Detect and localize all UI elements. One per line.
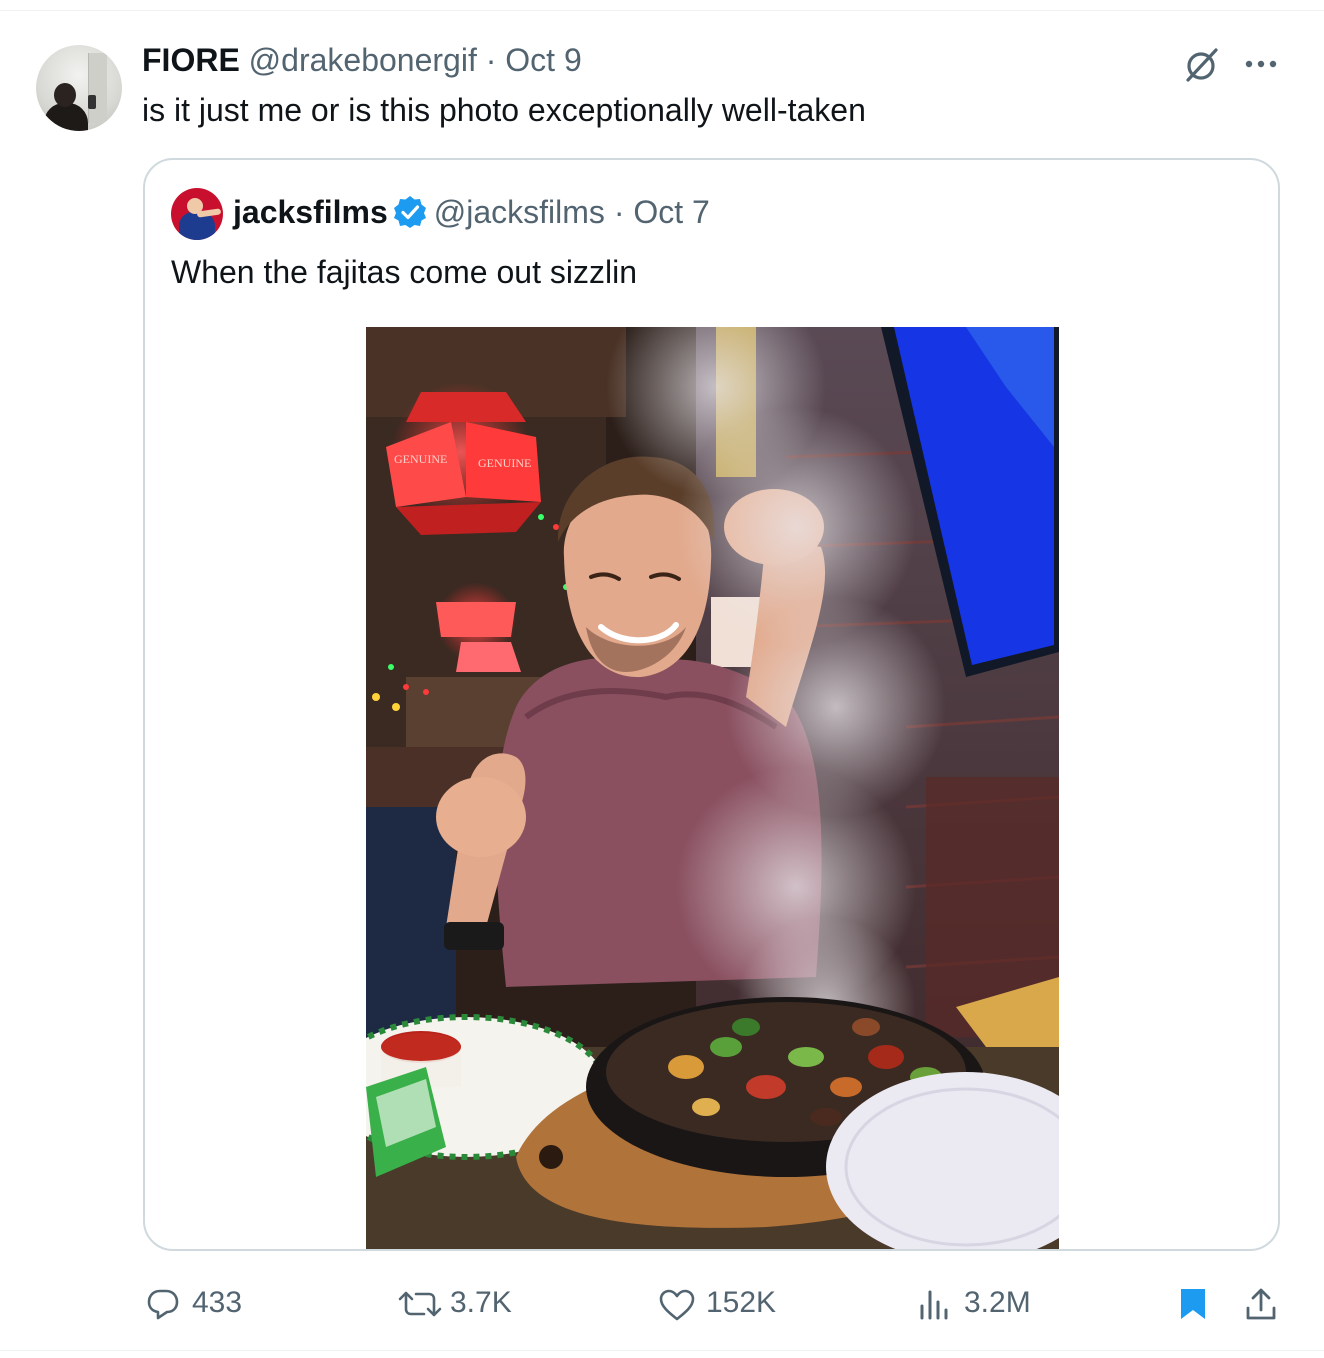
like-count[interactable]: 152K [706, 1284, 776, 1322]
bottom-divider [0, 1350, 1324, 1351]
quoted-tweet-card[interactable]: jacksfilms @jacksfilms · Oct 7 When the … [143, 158, 1280, 1251]
tweet-date[interactable]: Oct 9 [505, 42, 581, 78]
quoted-tweet-photo[interactable]: GENUINE GENUINE [366, 327, 1059, 1249]
quoted-header-separator: · [613, 194, 625, 230]
reply-count[interactable]: 433 [192, 1284, 242, 1322]
tweet-text: is it just me or is this photo exception… [142, 92, 866, 128]
repost-icon[interactable] [398, 1289, 442, 1319]
repost-count[interactable]: 3.7K [450, 1284, 512, 1322]
top-divider [0, 10, 1324, 11]
quoted-tweet-header: jacksfilms @jacksfilms · Oct 7 [233, 192, 710, 232]
verified-badge-icon [393, 196, 426, 228]
avatar-figure-head [54, 83, 76, 107]
views-icon[interactable] [918, 1288, 952, 1320]
tweet-header: FIORE @drakebonergif · Oct 9 [142, 40, 582, 80]
reply-icon[interactable] [146, 1288, 180, 1320]
quoted-author-handle[interactable]: @jacksfilms [434, 194, 605, 230]
author-handle[interactable]: @drakebonergif [249, 42, 477, 78]
avatar-phone [88, 95, 96, 109]
heart-icon[interactable] [658, 1288, 696, 1322]
lamp-sign-text-left: GENUINE [394, 452, 447, 466]
quoted-author-avatar[interactable] [171, 188, 223, 240]
lamp-sign-text-right: GENUINE [478, 456, 531, 470]
quoted-author-name[interactable]: jacksfilms [233, 194, 388, 230]
header-separator: · [485, 42, 497, 78]
fajitas-photo-illustration: GENUINE GENUINE [366, 327, 1059, 1249]
avatar-figure-body [44, 103, 88, 131]
author-name[interactable]: FIORE [142, 42, 240, 78]
grok-icon[interactable] [1180, 44, 1222, 86]
view-count[interactable]: 3.2M [964, 1284, 1031, 1322]
avatar-background-door [88, 53, 107, 123]
share-icon[interactable] [1244, 1286, 1278, 1322]
quoted-tweet-text: When the fajitas come out sizzlin [171, 254, 637, 290]
quoted-tweet-date[interactable]: Oct 7 [633, 194, 709, 230]
more-icon[interactable] [1243, 46, 1279, 82]
bookmark-icon[interactable] [1178, 1286, 1208, 1322]
author-avatar[interactable] [36, 45, 122, 131]
